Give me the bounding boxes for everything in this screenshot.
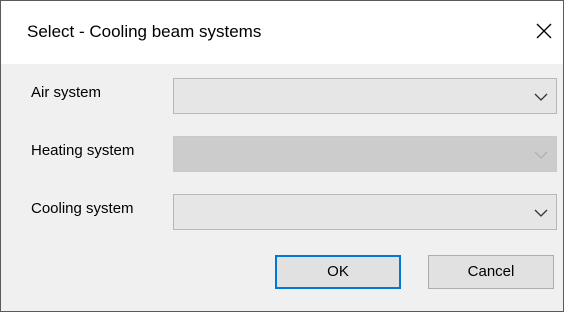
ok-button[interactable]: OK bbox=[275, 255, 401, 289]
cancel-button[interactable]: Cancel bbox=[428, 255, 554, 289]
air-system-label: Air system bbox=[31, 84, 102, 101]
dialog-title: Select - Cooling beam systems bbox=[27, 22, 262, 41]
heating-system-dropdown bbox=[173, 136, 557, 172]
air-system-dropdown[interactable] bbox=[173, 78, 557, 114]
title-bar: Select - Cooling beam systems bbox=[1, 1, 563, 64]
chevron-down-icon bbox=[534, 93, 548, 101]
cooling-system-label: Cooling system bbox=[31, 200, 134, 217]
close-button[interactable] bbox=[529, 15, 559, 47]
cooling-system-dropdown[interactable] bbox=[173, 194, 557, 230]
close-icon bbox=[536, 23, 552, 39]
select-cooling-beam-systems-dialog: Select - Cooling beam systems Air system… bbox=[0, 0, 564, 312]
heating-system-label: Heating system bbox=[31, 142, 135, 159]
chevron-down-icon bbox=[534, 151, 548, 159]
chevron-down-icon bbox=[534, 209, 548, 217]
